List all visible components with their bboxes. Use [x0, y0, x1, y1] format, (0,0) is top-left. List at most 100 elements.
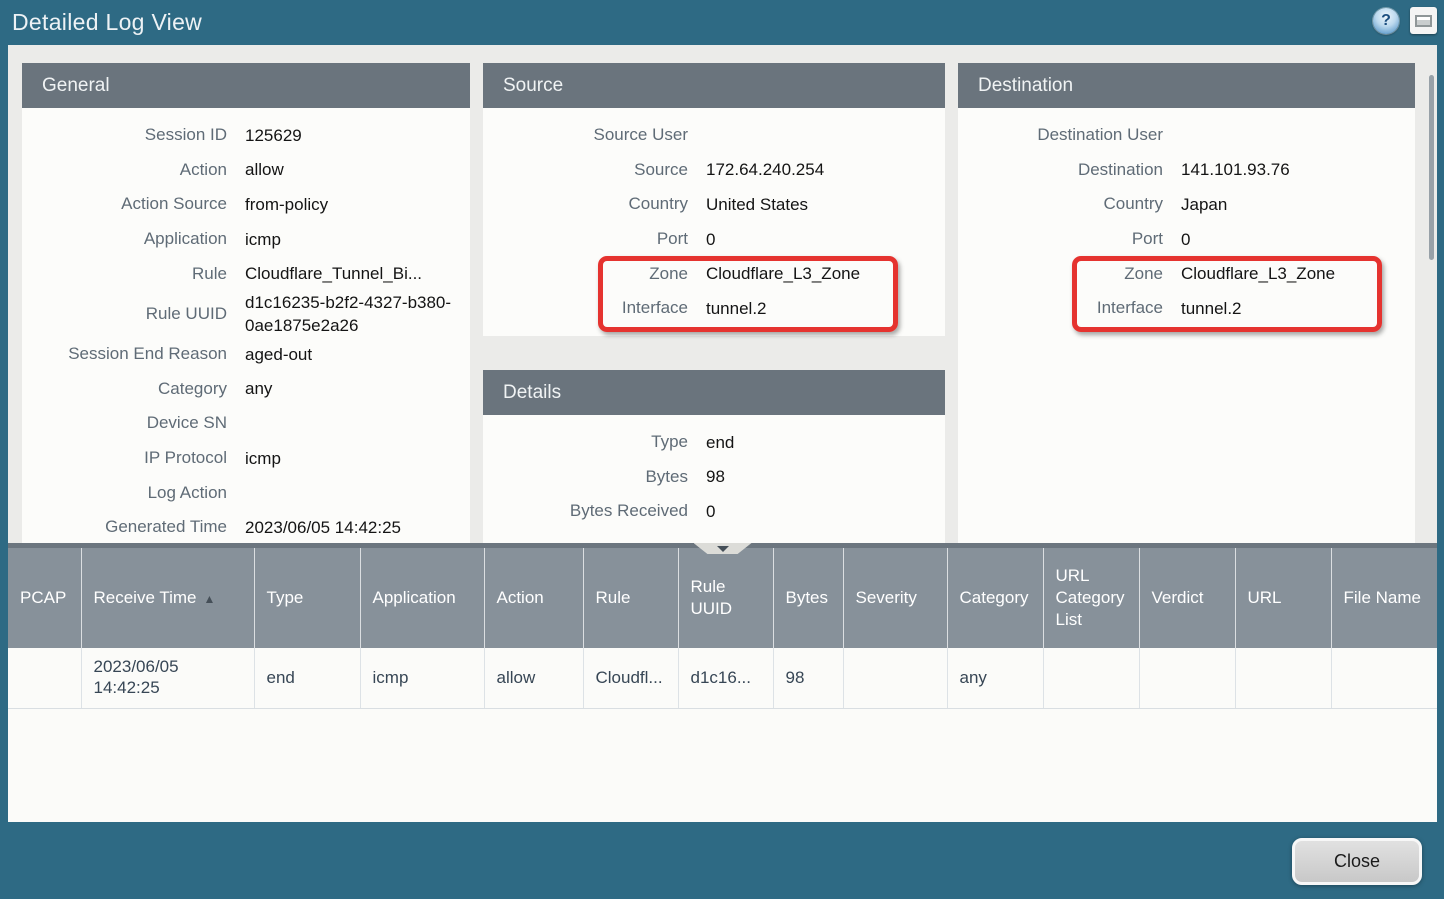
chevron-down-icon — [717, 546, 729, 552]
close-button[interactable]: Close — [1292, 838, 1422, 885]
cell-url-category-list — [1043, 648, 1139, 708]
col-header-file-name[interactable]: File Name — [1331, 548, 1437, 648]
field-row: Generated Time 2023/06/05 14:42:25 — [22, 510, 470, 543]
field-label: Rule UUID — [22, 304, 227, 324]
col-header-category[interactable]: Category — [947, 548, 1043, 648]
field-label: Destination — [958, 160, 1163, 180]
col-header-url[interactable]: URL — [1235, 548, 1331, 648]
field-row: Source 172.64.240.254 — [483, 153, 945, 188]
field-row: Interfacetunnel.2 — [958, 291, 1415, 326]
field-label: Session End Reason — [22, 344, 227, 364]
col-header-bytes[interactable]: Bytes — [773, 548, 843, 648]
field-label: Country — [958, 194, 1163, 214]
col-header-type[interactable]: Type — [254, 548, 360, 648]
vertical-scrollbar-thumb[interactable] — [1429, 75, 1434, 260]
cell-rule-uuid: d1c16... — [678, 648, 773, 708]
field-row: Port0 — [483, 222, 945, 257]
field-value: 0 — [706, 228, 945, 251]
panel-general-header: General — [22, 63, 470, 108]
field-label: Source — [483, 160, 688, 180]
panel-details-header: Details — [483, 370, 945, 415]
field-row: Zone Cloudflare_L3_Zone — [958, 256, 1415, 291]
field-row: Rule Cloudflare_Tunnel_Bi... — [22, 256, 470, 291]
panel-destination: Destination Destination User Destination1… — [958, 63, 1415, 543]
field-value: 0 — [1181, 228, 1415, 251]
field-label: Bytes Received — [483, 501, 688, 521]
col-header-receive-time[interactable]: Receive Time▲ — [81, 548, 254, 648]
cell-verdict — [1139, 648, 1235, 708]
field-label: Interface — [958, 298, 1163, 318]
field-row: Country United States — [483, 187, 945, 222]
field-value: Cloudflare_L3_Zone — [1181, 262, 1415, 285]
field-label: Bytes — [483, 467, 688, 487]
field-label: Action Source — [22, 194, 227, 214]
col-header-application[interactable]: Application — [360, 548, 484, 648]
field-row: Bytes Received 0 — [483, 494, 945, 529]
log-table-row[interactable]: 2023/06/05 14:42:25endicmpallowCloudfl..… — [8, 648, 1437, 708]
restore-window-icon[interactable] — [1410, 7, 1437, 34]
field-row: Categoryany — [22, 372, 470, 407]
field-label: Zone — [958, 264, 1163, 284]
cell-rule: Cloudfl... — [583, 648, 678, 708]
cell-receive-time: 2023/06/05 14:42:25 — [81, 648, 254, 708]
field-label: IP Protocol — [22, 448, 227, 468]
field-row: IP Protocol icmp — [22, 441, 470, 476]
field-label: Type — [483, 432, 688, 452]
field-value: 125629 — [245, 124, 470, 147]
field-row: Destination User — [958, 118, 1415, 153]
field-value: 172.64.240.254 — [706, 158, 945, 181]
field-label: Log Action — [22, 483, 227, 503]
cell-application: icmp — [360, 648, 484, 708]
log-table: PCAPReceive Time▲TypeApplicationActionRu… — [8, 548, 1437, 709]
field-row: Destination141.101.93.76 — [958, 153, 1415, 188]
field-value: Japan — [1181, 193, 1415, 216]
field-value: 2023/06/05 14:42:25 — [245, 516, 470, 539]
col-header-rule[interactable]: Rule — [583, 548, 678, 648]
field-value: any — [245, 377, 470, 400]
field-row: Device SN — [22, 406, 470, 441]
field-row: Typeend — [483, 425, 945, 460]
field-value: icmp — [245, 447, 470, 470]
field-row: Log Action — [22, 475, 470, 510]
field-value: tunnel.2 — [706, 297, 945, 320]
log-table-section: PCAPReceive Time▲TypeApplicationActionRu… — [8, 543, 1437, 822]
field-label: Generated Time — [22, 517, 227, 537]
col-header-verdict[interactable]: Verdict — [1139, 548, 1235, 648]
field-label: Session ID — [22, 125, 227, 145]
panel-details: Details Typeend Bytes 98 Bytes Received 0 — [483, 370, 945, 543]
col-header-pcap[interactable]: PCAP — [8, 548, 81, 648]
cell-action: allow — [484, 648, 583, 708]
panel-details-rows: Typeend Bytes 98 Bytes Received 0 — [483, 415, 945, 529]
cell-bytes: 98 — [773, 648, 843, 708]
field-label: Destination User — [958, 125, 1163, 145]
col-header-severity[interactable]: Severity — [843, 548, 947, 648]
field-label: Zone — [483, 264, 688, 284]
field-label: Interface — [483, 298, 688, 318]
col-header-rule-uuid[interactable]: Rule UUID — [678, 548, 773, 648]
field-label: Country — [483, 194, 688, 214]
field-row: Action allow — [22, 153, 470, 188]
field-label: Source User — [483, 125, 688, 145]
field-label: Device SN — [22, 413, 227, 433]
sort-asc-icon: ▲ — [203, 592, 215, 608]
window-glyph — [1415, 15, 1432, 27]
field-label: Rule — [22, 264, 227, 284]
panel-destination-rows: Destination User Destination141.101.93.76… — [958, 108, 1415, 326]
panel-source-rows: Source User Source 172.64.240.254 Country Un… — [483, 108, 945, 326]
field-row: Interface tunnel.2 — [483, 291, 945, 326]
cell-type: end — [254, 648, 360, 708]
field-row: Bytes 98 — [483, 460, 945, 495]
col-header-url-category-list[interactable]: URL Category List — [1043, 548, 1139, 648]
field-value: 98 — [706, 465, 945, 488]
cell-severity — [843, 648, 947, 708]
field-value: icmp — [245, 228, 470, 251]
field-value: 0 — [706, 500, 945, 523]
help-glyph: ? — [1381, 12, 1391, 30]
field-label: Action — [22, 160, 227, 180]
panel-source: Source Source User Source 172.64.240.254 Co… — [483, 63, 945, 336]
field-value: Cloudflare_Tunnel_Bi... — [245, 262, 470, 285]
col-header-action[interactable]: Action — [484, 548, 583, 648]
field-value: allow — [245, 158, 470, 181]
help-icon[interactable]: ? — [1373, 8, 1399, 34]
field-value: United States — [706, 193, 945, 216]
